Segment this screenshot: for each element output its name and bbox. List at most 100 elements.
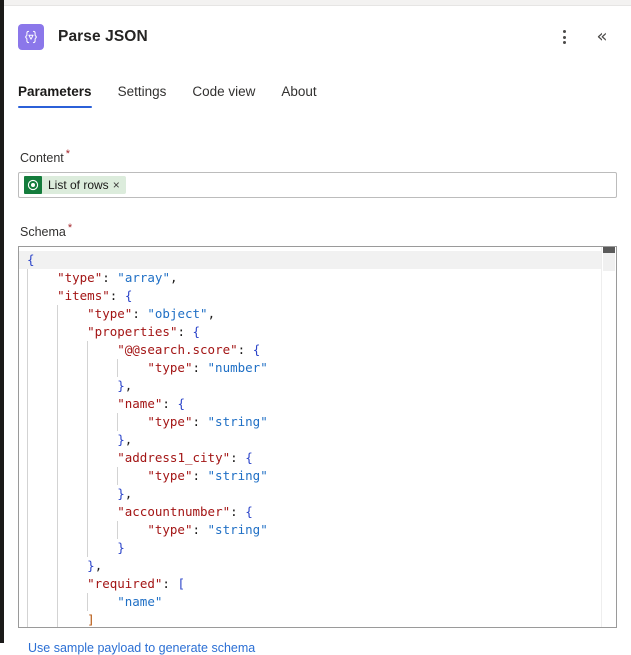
code-token: "address1_city": [117, 450, 231, 466]
content-input[interactable]: List of rows ×: [18, 172, 617, 199]
code-token: :: [192, 468, 208, 484]
code-token: "array": [117, 270, 170, 286]
code-token: :: [177, 324, 193, 340]
content-token-remove-icon[interactable]: ×: [113, 179, 120, 191]
code-token: :: [192, 522, 208, 538]
code-token: [: [177, 576, 186, 592]
code-token: "name": [117, 594, 163, 610]
tab-code-view[interactable]: Code view: [192, 84, 255, 108]
schema-code-editor[interactable]: {"type": "array", "items": {"type": "obje…: [18, 246, 617, 629]
code-token: "accountnumber": [117, 504, 231, 520]
indent-guide: [57, 395, 59, 414]
code-token: ,: [169, 270, 178, 286]
code-line: "type": "string": [19, 521, 616, 540]
indent-guide: [27, 287, 28, 306]
indent-guide: [27, 377, 28, 396]
code-token: "type": [147, 468, 193, 484]
code-line: "type": "string": [19, 467, 616, 486]
content-token-list-of-rows[interactable]: List of rows ×: [24, 176, 126, 195]
tab-code-view-label: Code view: [192, 84, 256, 99]
indent-guide: [87, 395, 89, 414]
code-line: "type": "string": [19, 413, 616, 432]
code-token: ,: [94, 558, 103, 574]
code-line: "properties": {: [19, 323, 616, 342]
code-line: "address1_city": {: [19, 449, 616, 468]
code-token: {: [177, 396, 185, 412]
window-left-rail: [0, 0, 4, 643]
parse-json-node-icon: [18, 24, 44, 50]
indent-guide: [57, 575, 59, 594]
tab-about-label: About: [281, 84, 317, 99]
code-token: ,: [124, 432, 133, 448]
parse-json-action-card: Parse JSON « Parameters Settings Code vi…: [0, 0, 631, 655]
code-token: "string": [207, 468, 268, 484]
code-line: },: [19, 377, 616, 396]
indent-guide: [27, 305, 28, 324]
indent-guide: [117, 413, 119, 432]
indent-guide: [57, 611, 59, 628]
code-line: "type": "number": [19, 359, 616, 378]
indent-guide: [57, 377, 59, 396]
code-token: :: [109, 288, 125, 304]
schema-required-marker: *: [67, 222, 73, 235]
code-token: :: [162, 576, 178, 592]
code-token: :: [192, 360, 208, 376]
indent-guide: [57, 341, 59, 360]
use-sample-payload-link[interactable]: Use sample payload to generate schema: [28, 641, 255, 655]
editor-vertical-scrollbar[interactable]: [601, 247, 616, 628]
code-token: :: [230, 450, 246, 466]
code-line: "name": [19, 593, 616, 612]
code-line: {: [19, 251, 616, 270]
code-line-text: "type": "string": [27, 521, 268, 539]
code-line-text: "properties": {: [27, 323, 200, 341]
indent-guide: [27, 449, 28, 468]
code-token: "number": [207, 360, 268, 376]
code-token: "name": [117, 396, 163, 412]
content-required-marker: *: [65, 148, 71, 160]
collapse-panel-button[interactable]: «: [589, 24, 615, 50]
indent-guide: [87, 413, 89, 432]
indent-guide: [27, 611, 28, 628]
code-line-text: "accountnumber": {: [27, 503, 253, 521]
code-token: :: [102, 270, 118, 286]
code-token: {: [27, 252, 35, 268]
code-token: :: [237, 342, 253, 358]
code-line-text: },: [27, 431, 132, 449]
code-token: {: [192, 324, 201, 340]
schema-label-text: Schema: [20, 225, 66, 240]
code-line: "@@search.score": {: [19, 341, 616, 360]
code-line: ]: [19, 611, 616, 628]
editor-scrollbar-track[interactable]: [603, 253, 615, 272]
tab-about[interactable]: About: [281, 84, 316, 108]
code-token: }: [117, 486, 125, 502]
code-token: "required": [87, 576, 163, 592]
code-token: "string": [207, 522, 268, 538]
code-token: }: [87, 558, 95, 574]
code-token: ,: [124, 378, 133, 394]
indent-guide: [87, 377, 89, 396]
indent-guide: [87, 485, 89, 504]
chevron-double-left-icon: «: [596, 26, 608, 47]
indent-guide: [27, 269, 28, 288]
indent-guide: [27, 575, 28, 594]
indent-guide: [57, 557, 59, 576]
code-line-text: "required": [: [27, 575, 185, 593]
tab-settings[interactable]: Settings: [118, 84, 167, 108]
code-token: "type": [147, 522, 193, 538]
dataverse-token-icon: [24, 176, 42, 195]
code-token: "type": [87, 306, 133, 322]
more-options-button[interactable]: [551, 24, 577, 50]
code-token: {: [245, 504, 253, 520]
parameters-form: Content * List of rows × Schema * {"type":…: [4, 124, 631, 655]
code-line-text: "@@search.score": {: [27, 341, 260, 359]
indent-guide: [27, 413, 28, 432]
code-token: :: [162, 396, 178, 412]
indent-guide: [87, 467, 89, 486]
code-line: "type": "array",: [19, 269, 616, 288]
code-token: "items": [57, 288, 110, 304]
indent-guide: [27, 323, 28, 342]
schema-code-content[interactable]: {"type": "array", "items": {"type": "obje…: [19, 247, 616, 628]
tab-parameters[interactable]: Parameters: [18, 84, 92, 108]
indent-guide: [87, 359, 89, 378]
schema-field-label: Schema *: [20, 222, 617, 239]
